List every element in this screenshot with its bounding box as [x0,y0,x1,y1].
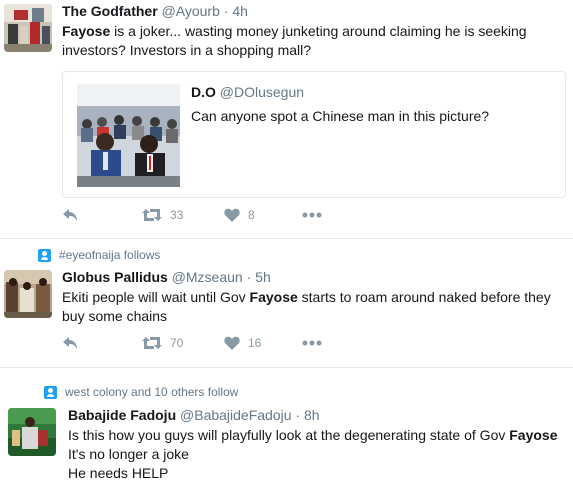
author-name[interactable]: Babajide Fadoju [68,407,176,423]
author-name[interactable]: The Godfather [62,3,158,19]
quoted-tweet-text: Can anyone spot a Chinese man in this pi… [191,108,490,124]
retweet-count: 70 [170,336,184,350]
person-icon [44,385,57,399]
quoted-tweet[interactable]: D.O @DOlusegun Can anyone spot a Chinese… [62,71,566,198]
tweet-1[interactable]: The Godfather @Ayourb · 4h Fayose is a j… [0,0,573,240]
quoted-author-name[interactable]: D.O [191,84,216,100]
tweet-3[interactable]: west colony and 10 others follow Babajid… [0,368,573,481]
tweet-actions: 33 8 [62,208,362,228]
heart-icon [224,208,240,222]
retweet-icon [142,209,162,221]
more-button[interactable] [302,212,322,218]
like-button[interactable]: 16 [224,336,261,350]
like-count: 16 [248,336,262,350]
separator-dot: · [223,3,229,19]
author-handle[interactable]: @BabajideFadoju [180,407,292,423]
retweet-icon [142,337,162,349]
mention-bold: Fayose [249,289,298,305]
author-name[interactable]: Globus Pallidus [62,269,168,285]
like-count: 8 [248,208,255,222]
timestamp[interactable]: 8h [304,407,320,423]
divider [0,238,573,239]
more-icon [302,212,322,218]
reply-icon [63,209,77,221]
mention-bold: Fayose [62,23,111,39]
tweet-text: Ekiti people will wait until Gov Fayose … [62,288,562,326]
retweet-button[interactable]: 33 [142,208,183,222]
tweet-text: Is this how you guys will playfully look… [68,426,573,483]
reply-button[interactable] [62,336,78,350]
avatar[interactable] [4,270,52,318]
reply-icon [63,337,77,349]
tweet-text-line: Is this how you guys will playfully look… [68,426,573,445]
avatar[interactable] [8,408,56,456]
tweet-actions: 70 16 [62,336,362,356]
retweet-button[interactable]: 70 [142,336,183,350]
social-context-text: west colony and 10 others follow [65,385,239,399]
person-icon [38,248,51,262]
tweet-text-line: It's no longer a joke [68,446,189,462]
tweet-text-body: Ekiti people will wait until Gov [62,289,250,305]
tweet-text-body: Is this how you guys will playfully look… [68,427,510,443]
tweet-text-line: He needs HELP [68,465,169,481]
timestamp[interactable]: 5h [255,269,271,285]
reply-button[interactable] [62,208,78,222]
heart-icon [224,336,240,350]
mention-bold: Fayose [509,427,558,443]
social-context[interactable]: west colony and 10 others follow [44,385,238,399]
author-handle[interactable]: @Mzseaun [172,269,243,285]
timestamp[interactable]: 4h [232,3,248,19]
like-button[interactable]: 8 [224,208,255,222]
avatar[interactable] [4,4,52,52]
author-handle[interactable]: @Ayourb [162,3,220,19]
retweet-count: 33 [170,208,184,222]
more-button[interactable] [302,340,322,346]
separator-dot: · [246,269,252,285]
separator-dot: · [295,407,301,423]
tweet-text: Fayose is a joker... wasting money junke… [62,22,562,60]
quoted-author-handle[interactable]: @DOlusegun [220,84,304,100]
social-context[interactable]: #eyeofnaija follows [38,248,160,262]
social-context-text: #eyeofnaija follows [59,248,161,262]
tweet-2[interactable]: #eyeofnaija follows Globus Pallidus @Mzs… [0,240,573,366]
quoted-tweet-image[interactable] [77,84,180,187]
tweet-text-body: is a joker... wasting money junketing ar… [62,23,527,58]
more-icon [302,340,322,346]
